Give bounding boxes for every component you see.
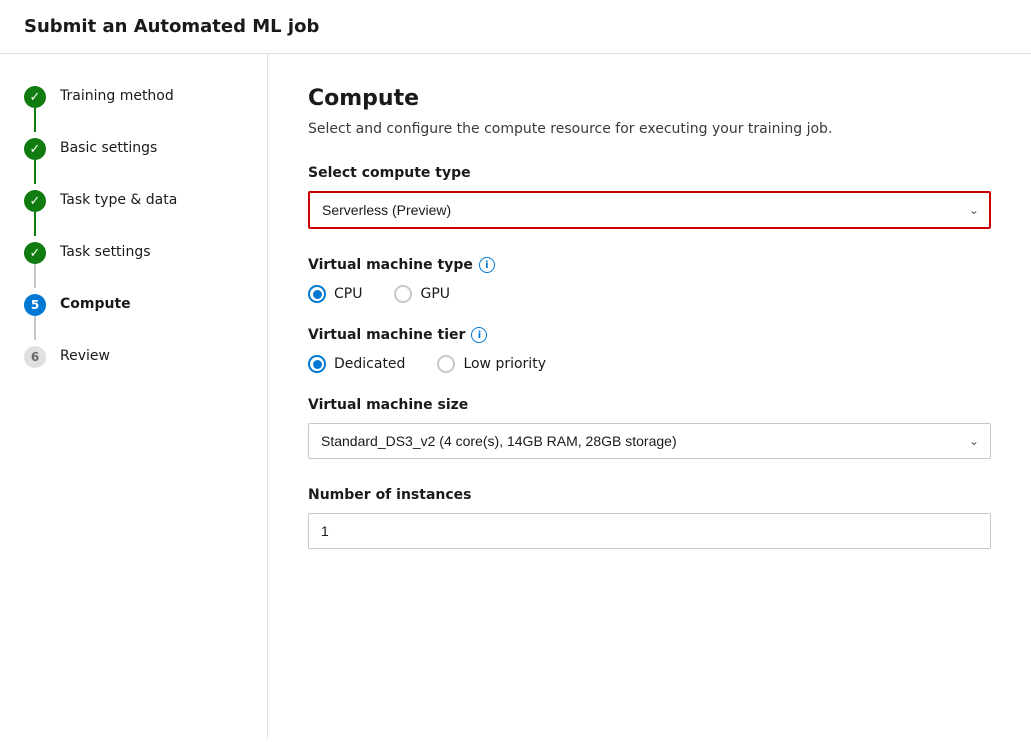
vm-type-cpu-radio[interactable] [308, 285, 326, 303]
vm-size-select[interactable]: Standard_DS3_v2 (4 core(s), 14GB RAM, 28… [308, 423, 991, 459]
vm-type-label: Virtual machine type [308, 257, 473, 273]
vm-type-gpu-option[interactable]: GPU [394, 285, 450, 303]
page-header: Submit an Automated ML job [0, 0, 1031, 54]
sidebar-item-compute[interactable]: 5 Compute [0, 282, 267, 326]
vm-tier-label: Virtual machine tier [308, 327, 465, 343]
sidebar-label-task-type: Task type & data [60, 188, 177, 212]
vm-tier-section: Virtual machine tier i Dedicated Low pri… [308, 327, 991, 373]
vm-size-dropdown-wrapper: Standard_DS3_v2 (4 core(s), 14GB RAM, 28… [308, 423, 991, 459]
sidebar: ✓ Training method ✓ Basic settings ✓ [0, 54, 268, 739]
vm-type-gpu-label: GPU [420, 286, 450, 302]
vm-type-gpu-radio[interactable] [394, 285, 412, 303]
sidebar-item-task-settings[interactable]: ✓ Task settings [0, 230, 267, 274]
content-area: Compute Select and configure the compute… [268, 54, 1031, 739]
vm-size-label: Virtual machine size [308, 397, 991, 413]
sidebar-label-review: Review [60, 344, 110, 368]
step-icon-review: 6 [24, 346, 46, 368]
vm-type-info-icon[interactable]: i [479, 257, 495, 273]
step-icon-task-settings: ✓ [24, 242, 46, 264]
vm-size-section: Virtual machine size Standard_DS3_v2 (4 … [308, 397, 991, 459]
sidebar-item-task-type[interactable]: ✓ Task type & data [0, 178, 267, 222]
sidebar-item-review[interactable]: 6 Review [0, 334, 267, 378]
num-instances-input[interactable] [308, 513, 991, 549]
compute-type-section: Select compute type Serverless (Preview)… [308, 165, 991, 229]
sidebar-item-training-method[interactable]: ✓ Training method [0, 74, 267, 118]
vm-tier-lowpriority-radio[interactable] [437, 355, 455, 373]
vm-tier-info-icon[interactable]: i [471, 327, 487, 343]
compute-type-dropdown-wrapper: Serverless (Preview) Compute cluster Att… [308, 191, 991, 229]
vm-tier-dedicated-radio[interactable] [308, 355, 326, 373]
compute-type-label: Select compute type [308, 165, 991, 181]
vm-type-cpu-option[interactable]: CPU [308, 285, 362, 303]
vm-tier-dedicated-label: Dedicated [334, 356, 405, 372]
vm-tier-lowpriority-option[interactable]: Low priority [437, 355, 546, 373]
page-title: Submit an Automated ML job [24, 16, 319, 37]
vm-tier-radio-group: Dedicated Low priority [308, 355, 991, 373]
step-icon-training-method: ✓ [24, 86, 46, 108]
sidebar-label-compute: Compute [60, 292, 131, 316]
section-description: Select and configure the compute resourc… [308, 121, 991, 137]
vm-type-section: Virtual machine type i CPU GPU [308, 257, 991, 303]
sidebar-label-basic-settings: Basic settings [60, 136, 157, 160]
vm-type-radio-group: CPU GPU [308, 285, 991, 303]
section-title: Compute [308, 86, 991, 111]
compute-type-select[interactable]: Serverless (Preview) Compute cluster Att… [308, 191, 991, 229]
step-icon-basic-settings: ✓ [24, 138, 46, 160]
sidebar-label-training-method: Training method [60, 84, 174, 108]
sidebar-label-task-settings: Task settings [60, 240, 151, 264]
num-instances-section: Number of instances [308, 487, 991, 549]
vm-type-cpu-label: CPU [334, 286, 362, 302]
vm-tier-lowpriority-label: Low priority [463, 356, 546, 372]
step-icon-compute: 5 [24, 294, 46, 316]
sidebar-item-basic-settings[interactable]: ✓ Basic settings [0, 126, 267, 170]
step-icon-task-type: ✓ [24, 190, 46, 212]
vm-tier-dedicated-option[interactable]: Dedicated [308, 355, 405, 373]
num-instances-label: Number of instances [308, 487, 991, 503]
